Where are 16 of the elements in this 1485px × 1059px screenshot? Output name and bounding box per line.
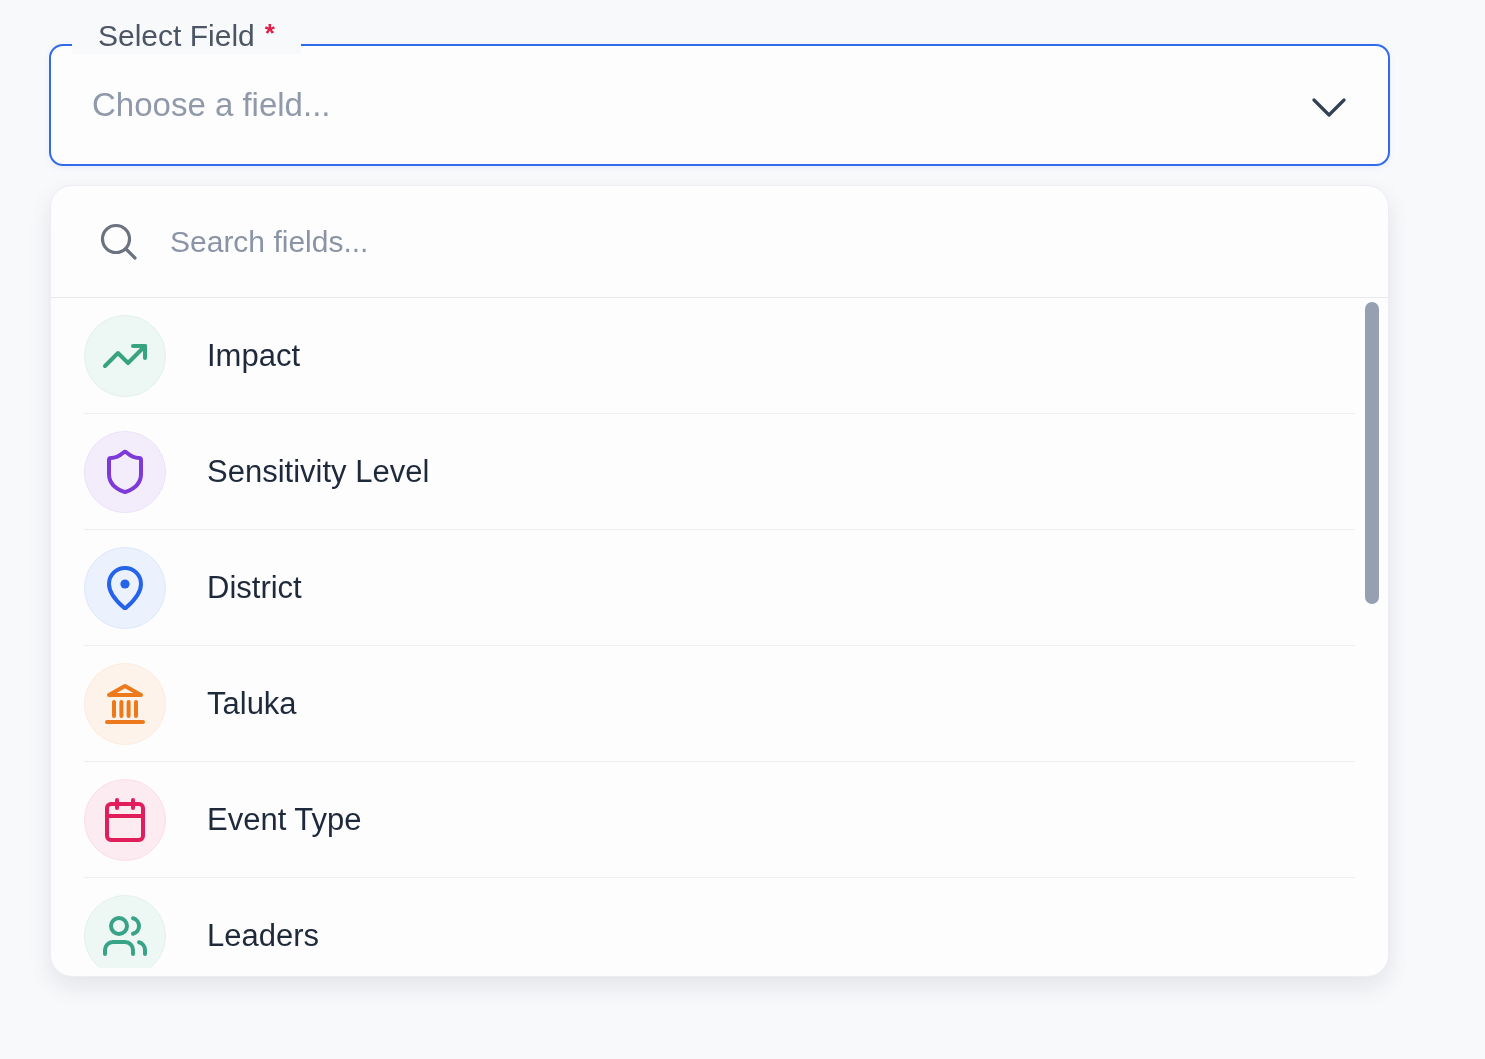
search-field[interactable]: Search fields... (51, 186, 1388, 298)
dropdown-option[interactable]: District (84, 530, 1355, 646)
trend-up-icon (84, 314, 166, 397)
chevron-down-icon (1312, 98, 1346, 117)
building-columns-icon (84, 662, 166, 745)
dropdown-option[interactable]: Leaders (84, 878, 1355, 968)
dropdown-option[interactable]: Impact (84, 298, 1355, 414)
calendar-icon (84, 778, 166, 861)
map-pin-icon (84, 546, 166, 629)
dropdown-option[interactable]: Sensitivity Level (84, 414, 1355, 530)
scrollbar-thumb[interactable] (1365, 302, 1379, 604)
dropdown-option[interactable]: Taluka (84, 646, 1355, 762)
people-icon (84, 894, 166, 968)
shield-icon (84, 430, 166, 513)
search-icon (100, 223, 137, 260)
dropdown-option[interactable]: Event Type (84, 762, 1355, 878)
